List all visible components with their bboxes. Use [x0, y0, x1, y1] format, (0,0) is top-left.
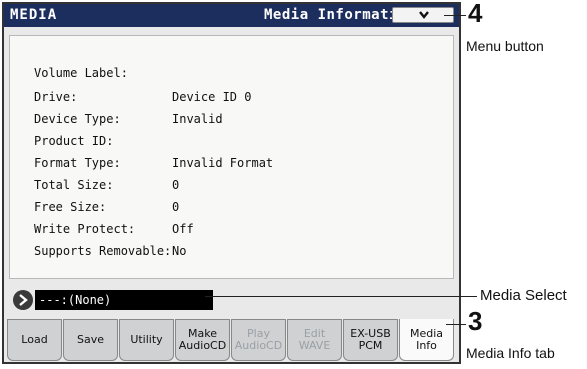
tab-bar: Load Save Utility Make AudioCD Play AudioC… [7, 319, 458, 361]
menu-button-label: Menu button [466, 38, 544, 54]
chevron-down-icon [419, 11, 429, 19]
tab-label-2: Info [416, 338, 437, 352]
total-size-label: Total Size: [34, 178, 114, 192]
write-protect-value: Off [172, 222, 194, 236]
tab-make-audiocd[interactable]: Make AudioCD [175, 319, 230, 361]
chevron-right-icon [19, 294, 28, 306]
callout-line-menu [444, 15, 466, 16]
callout-line-tab [446, 324, 466, 325]
tab-label-2: WAVE [298, 339, 331, 352]
device-type-value: Invalid [172, 112, 223, 126]
tab-label: Save [76, 333, 104, 346]
title-bar: MEDIA Media Information [4, 4, 459, 27]
tab-utility[interactable]: Utility [119, 319, 174, 361]
tab-load[interactable]: Load [7, 319, 62, 361]
device-type-label: Device Type: [34, 112, 121, 126]
tab-label: Load [21, 333, 48, 346]
tab-play-audiocd[interactable]: Play AudioCD [231, 319, 286, 361]
tab-save[interactable]: Save [63, 319, 118, 361]
tab-label: Utility [130, 333, 163, 346]
callout-line-media-select [205, 296, 477, 297]
menu-number: 4 [468, 0, 483, 28]
tab-edit-wave[interactable]: Edit WAVE [287, 319, 342, 361]
product-id-label: Product ID: [34, 134, 114, 148]
tab-number: 3 [468, 306, 483, 336]
mode-title: MEDIA [10, 7, 58, 23]
tab-exusb-pcm[interactable]: EX-USB PCM [343, 319, 398, 361]
tab-label-2: AudioCD [234, 339, 283, 352]
tab-label-2: AudioCD [178, 339, 227, 352]
volume-label-label: Volume Label: [34, 66, 128, 80]
supports-removable-value: No [172, 244, 187, 258]
media-select-label: Media Select [480, 287, 567, 304]
tab-media-info[interactable]: Media Info [399, 319, 454, 361]
tab-label: Media [409, 326, 444, 340]
free-size-label: Free Size: [34, 200, 107, 214]
media-info-tab-label: Media Info tab [466, 345, 555, 361]
drive-label: Drive: [34, 90, 78, 104]
write-protect-label: Write Protect: [34, 222, 136, 236]
tab-label-2: PCM [358, 339, 383, 352]
total-size-value: 0 [172, 178, 180, 192]
media-select[interactable]: ---:(None) [35, 290, 213, 310]
supports-removable-label: Supports Removable: [34, 244, 172, 258]
popup-arrow-icon[interactable] [13, 290, 33, 310]
free-size-value: 0 [172, 200, 180, 214]
format-type-value: Invalid Format [172, 156, 274, 170]
format-type-label: Format Type: [34, 156, 121, 170]
drive-value: Device ID 0 [172, 90, 252, 104]
media-info-screen: MEDIA Media Information Volume Label: Dr… [2, 2, 461, 364]
